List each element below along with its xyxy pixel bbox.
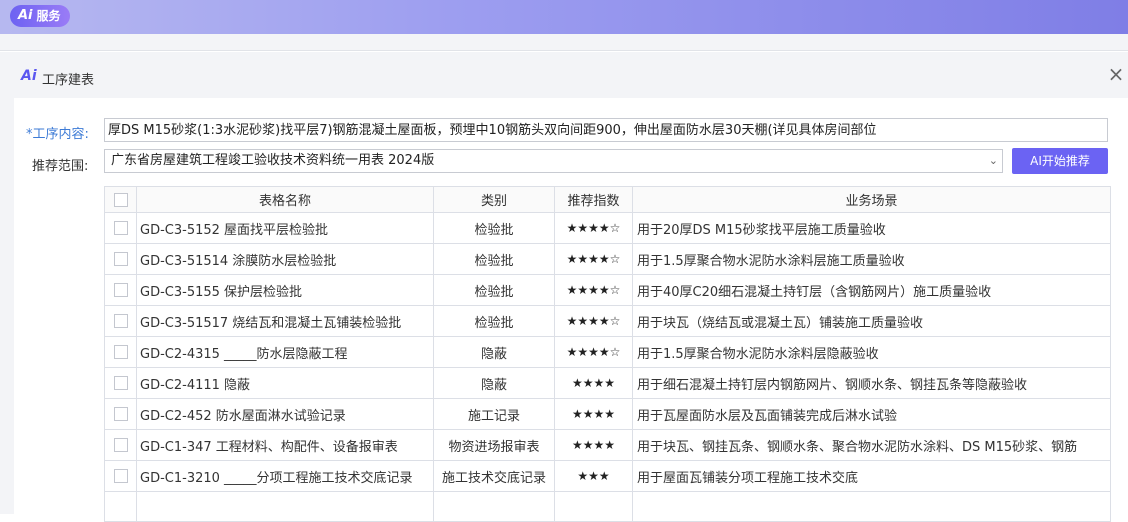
table-row[interactable]: GD-C2-4111 隐蔽 隐蔽 ★★★★ 用于细石混凝土持钉层内钢筋网片、钢顺水条、…: [104, 367, 1111, 399]
header-type: 类别: [433, 186, 555, 213]
dialog-body: *工序内容: 厚DS M15砂浆(1:3水泥砂浆)找平层7)钢筋混凝土屋面板，预…: [14, 98, 1128, 522]
table-row[interactable]: GD-C3-5152 屋面找平层检验批 检验批 ★★★★☆ 用于20厚DS M15砂浆…: [104, 212, 1111, 244]
rating-stars: ★★★: [577, 468, 610, 483]
row-checkbox[interactable]: [113, 221, 128, 235]
form-name: GD-C2-4315 _____防水层隐蔽工程: [136, 336, 434, 368]
select-all-checkbox[interactable]: [113, 192, 128, 207]
row-checkbox-cell[interactable]: [104, 212, 137, 244]
top-bar: Ai 服务: [0, 0, 1128, 34]
chevron-down-icon: ⌄: [988, 154, 998, 167]
scope-select[interactable]: 广东省房屋建筑工程竣工验收技术资料统一用表 2024版 ⌄: [104, 149, 1003, 173]
dialog-title: 工序建表: [42, 73, 95, 88]
rating-stars: ★★★★☆: [566, 282, 621, 297]
rating-stars: ★★★★☆: [566, 251, 621, 266]
row-checkbox[interactable]: [113, 469, 128, 483]
rating-stars: ★★★★☆: [566, 344, 621, 359]
dialog-header: Ai 工序建表 ×: [0, 52, 1128, 98]
row-checkbox-cell[interactable]: [104, 274, 137, 306]
close-icon[interactable]: ×: [1105, 63, 1127, 85]
form-type: 检验批: [433, 274, 555, 306]
ai-service-button[interactable]: Ai 服务: [10, 5, 70, 27]
ai-recommend-button[interactable]: AI开始推荐: [1012, 148, 1108, 174]
content-input[interactable]: 厚DS M15砂浆(1:3水泥砂浆)找平层7)钢筋混凝土屋面板，预埋中10钢筋头…: [104, 118, 1108, 142]
row-checkbox[interactable]: [113, 283, 128, 297]
form-name: GD-C3-51514 涂膜防水层检验批: [136, 243, 434, 275]
form-type: 隐蔽: [433, 367, 555, 399]
row-checkbox[interactable]: [113, 376, 128, 390]
rating-stars: ★★★★☆: [566, 313, 621, 328]
header-stars: 推荐指数: [554, 186, 633, 213]
table-row[interactable]: GD-C3-51517 烧结瓦和混凝土瓦铺装检验批 检验批 ★★★★☆ 用于块瓦（烧结…: [104, 305, 1111, 337]
rating-stars: ★★★★: [571, 437, 616, 452]
rating-stars: ★★★★☆: [566, 220, 621, 235]
business-scene: 用于屋面瓦铺装分项工程施工技术交底: [632, 460, 1111, 492]
form-name: GD-C1-347 工程材料、构配件、设备报审表: [136, 429, 434, 461]
form-name: GD-C2-452 防水屋面淋水试验记录: [136, 398, 434, 430]
row-checkbox[interactable]: [113, 314, 128, 328]
table-header-row: 表格名称 类别 推荐指数 业务场景: [104, 186, 1111, 213]
scope-value: 广东省房屋建筑工程竣工验收技术资料统一用表 2024版: [111, 153, 435, 168]
business-scene: 用于1.5厚聚合物水泥防水涂料层施工质量验收: [632, 243, 1111, 275]
form-type: 施工记录: [433, 398, 555, 430]
table-row[interactable]: GD-C3-51514 涂膜防水层检验批 检验批 ★★★★☆ 用于1.5厚聚合物水泥防…: [104, 243, 1111, 275]
form-name: GD-C1-3210 _____分项工程施工技术交底记录: [136, 460, 434, 492]
business-scene: 用于40厚C20细石混凝土持钉层（含钢筋网片）施工质量验收: [632, 274, 1111, 306]
row-checkbox-cell[interactable]: [104, 336, 137, 368]
row-checkbox-cell[interactable]: [104, 367, 137, 399]
row-checkbox-cell[interactable]: [104, 429, 137, 461]
table-row[interactable]: GD-C2-452 防水屋面淋水试验记录 施工记录 ★★★★ 用于瓦屋面防水层及瓦面铺…: [104, 398, 1111, 430]
rating-stars: ★★★★: [571, 406, 616, 421]
row-checkbox-cell[interactable]: [104, 305, 137, 337]
row-checkbox-cell[interactable]: [104, 243, 137, 275]
business-scene: 用于20厚DS M15砂浆找平层施工质量验收: [632, 212, 1111, 244]
row-checkbox[interactable]: [113, 407, 128, 421]
row-checkbox-cell[interactable]: [104, 398, 137, 430]
scope-label: 推荐范围:: [32, 159, 89, 174]
table-row[interactable]: GD-C1-347 工程材料、构配件、设备报审表 物资进场报审表 ★★★★ 用于块瓦、…: [104, 429, 1111, 461]
form-name: GD-C3-51517 烧结瓦和混凝土瓦铺装检验批: [136, 305, 434, 337]
table-row[interactable]: GD-C2-4315 _____防水层隐蔽工程 隐蔽 ★★★★☆ 用于1.5厚聚合物水…: [104, 336, 1111, 368]
table-row[interactable]: GD-C1-3210 _____分项工程施工技术交底记录 施工技术交底记录 ★★★ 用…: [104, 460, 1111, 492]
form-type: 物资进场报审表: [433, 429, 555, 461]
row-checkbox[interactable]: [113, 345, 128, 359]
toolbar-strip: [0, 34, 1128, 51]
row-checkbox[interactable]: [113, 252, 128, 266]
form-type: 隐蔽: [433, 336, 555, 368]
form-name: GD-C3-5152 屋面找平层检验批: [136, 212, 434, 244]
content-label: *工序内容:: [26, 127, 89, 142]
dialog: Ai 工序建表 × *工序内容: 厚DS M15砂浆(1:3水泥砂浆)找平层7)…: [0, 52, 1128, 522]
header-scene: 业务场景: [632, 186, 1111, 213]
row-checkbox[interactable]: [113, 438, 128, 452]
form-type: 检验批: [433, 305, 555, 337]
form-name: GD-C2-4111 隐蔽: [136, 367, 434, 399]
form-type: 施工技术交底记录: [433, 460, 555, 492]
ai-service-label: 服务: [36, 9, 61, 23]
business-scene: 用于1.5厚聚合物水泥防水涂料层隐蔽验收: [632, 336, 1111, 368]
form-name: GD-C3-5155 保护层检验批: [136, 274, 434, 306]
header-name: 表格名称: [136, 186, 434, 213]
business-scene: 用于块瓦、钢挂瓦条、钢顺水条、聚合物水泥防水涂料、DS M15砂浆、钢筋: [632, 429, 1111, 461]
row-checkbox-cell[interactable]: [104, 460, 137, 492]
business-scene: 用于块瓦（烧结瓦或混凝土瓦）铺装施工质量验收: [632, 305, 1111, 337]
form-table: 表格名称 类别 推荐指数 业务场景 GD-C3-5152 屋面找平层检验批 检验批…: [104, 186, 1111, 522]
ai-logo-icon: Ai: [18, 8, 33, 23]
select-all-checkbox-cell[interactable]: [104, 186, 137, 213]
business-scene: 用于细石混凝土持钉层内钢筋网片、钢顺水条、钢挂瓦条等隐蔽验收: [632, 367, 1111, 399]
rating-stars: ★★★★: [571, 375, 616, 390]
ai-icon: Ai: [21, 68, 37, 84]
form-type: 检验批: [433, 212, 555, 244]
business-scene: 用于瓦屋面防水层及瓦面铺装完成后淋水试验: [632, 398, 1111, 430]
form-type: 检验批: [433, 243, 555, 275]
table-row-empty: [104, 491, 1111, 522]
table-row[interactable]: GD-C3-5155 保护层检验批 检验批 ★★★★☆ 用于40厚C20细石混凝土持钉…: [104, 274, 1111, 306]
